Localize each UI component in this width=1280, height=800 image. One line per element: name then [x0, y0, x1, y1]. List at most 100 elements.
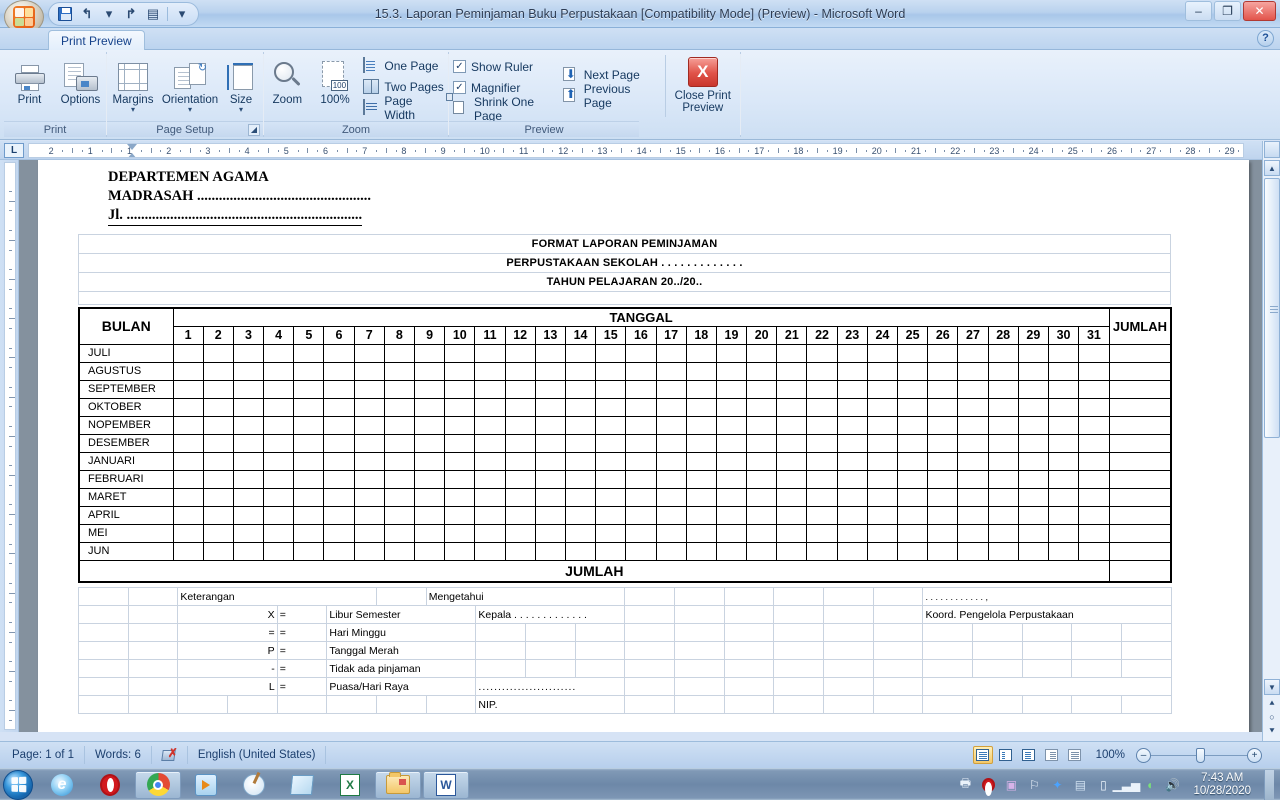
cell-day[interactable]: [836, 361, 868, 381]
one-page-button[interactable]: One Page: [359, 55, 448, 76]
cell-day[interactable]: [655, 379, 687, 399]
cell-day[interactable]: [323, 361, 355, 381]
cell-day[interactable]: [927, 433, 959, 453]
cell-day[interactable]: [836, 433, 868, 453]
cell-day[interactable]: [413, 505, 446, 525]
cell-day[interactable]: [746, 505, 778, 525]
cell-day[interactable]: [866, 379, 899, 399]
cell-day[interactable]: [564, 433, 597, 453]
redo-button[interactable]: ↱: [121, 4, 141, 24]
cell-day[interactable]: [323, 397, 355, 417]
cell-day[interactable]: [353, 523, 385, 543]
cell-day[interactable]: [564, 451, 597, 471]
cell-day[interactable]: [383, 523, 416, 543]
cell-day[interactable]: [1078, 487, 1110, 507]
cell-day[interactable]: [534, 505, 566, 525]
cell-day[interactable]: [353, 451, 385, 471]
cell-day[interactable]: [413, 523, 446, 543]
cell-day[interactable]: [1047, 505, 1080, 525]
cell-day[interactable]: [806, 361, 838, 381]
cell-day[interactable]: [383, 469, 416, 489]
cell-day[interactable]: [202, 415, 234, 435]
cell-day[interactable]: [776, 469, 808, 489]
battery-icon[interactable]: ▯: [1095, 777, 1111, 793]
taskbar-item-notepad[interactable]: [279, 771, 325, 799]
cell-day[interactable]: [987, 523, 1019, 543]
cell-day[interactable]: [655, 433, 687, 453]
cell-month-name[interactable]: JUN: [78, 541, 174, 561]
cell-day[interactable]: [1017, 541, 1049, 561]
cell-day[interactable]: [655, 487, 687, 507]
cell-day[interactable]: [685, 541, 717, 561]
vertical-scrollbar[interactable]: ▲ ▼ ⯅ ○ ⯆: [1262, 141, 1280, 741]
cell-day[interactable]: [504, 397, 536, 417]
cell-day[interactable]: [896, 505, 929, 525]
cell-day[interactable]: [776, 415, 808, 435]
cell-day[interactable]: [595, 397, 627, 417]
cell-day[interactable]: [172, 397, 204, 417]
save-button[interactable]: [55, 4, 75, 24]
cell-day[interactable]: [534, 379, 566, 399]
cell-day[interactable]: [715, 379, 748, 399]
cell-day[interactable]: [172, 433, 204, 453]
cell-day[interactable]: [202, 487, 234, 507]
cell-day[interactable]: [1047, 469, 1080, 489]
cell-day[interactable]: [564, 541, 597, 561]
cell-day[interactable]: [1047, 415, 1080, 435]
cell-day[interactable]: [444, 469, 476, 489]
cell-day[interactable]: [927, 469, 959, 489]
cell-day[interactable]: [323, 451, 355, 471]
cell-day[interactable]: [1017, 505, 1049, 525]
cell-day[interactable]: [746, 487, 778, 507]
cell-day[interactable]: [504, 487, 536, 507]
taskbar-item-windows-media-player[interactable]: [183, 771, 229, 799]
cell-day[interactable]: [232, 469, 265, 489]
cell-day[interactable]: [625, 541, 657, 561]
cell-day[interactable]: [504, 433, 536, 453]
cell-day[interactable]: [444, 523, 476, 543]
cell-day[interactable]: [474, 469, 506, 489]
size-dropdown-icon[interactable]: ▾: [239, 105, 243, 114]
customize-qat-icon[interactable]: ▾: [172, 4, 192, 24]
cell-month-name[interactable]: DESEMBER: [78, 433, 174, 453]
cell-day[interactable]: [866, 433, 899, 453]
cell-day[interactable]: [263, 523, 295, 543]
cell-day[interactable]: [866, 415, 899, 435]
cell-day[interactable]: [896, 487, 929, 507]
cell-day[interactable]: [655, 523, 687, 543]
cell-day[interactable]: [806, 397, 838, 417]
cell-day[interactable]: [957, 541, 989, 561]
cell-day[interactable]: [715, 397, 748, 417]
cell-day[interactable]: [595, 415, 627, 435]
restore-button[interactable]: ❐: [1214, 1, 1241, 21]
taskbar-item-opera[interactable]: [87, 771, 133, 799]
cell-day[interactable]: [896, 523, 929, 543]
cell-day[interactable]: [1047, 523, 1080, 543]
cell-day[interactable]: [625, 523, 657, 543]
close-button[interactable]: ✕: [1243, 1, 1276, 21]
cell-day[interactable]: [927, 343, 959, 363]
cell-day[interactable]: [776, 361, 808, 381]
cell-day[interactable]: [202, 433, 234, 453]
cell-day[interactable]: [534, 469, 566, 489]
cell-day[interactable]: [836, 415, 868, 435]
cell-day[interactable]: [715, 523, 748, 543]
cell-day[interactable]: [263, 433, 295, 453]
attach-button[interactable]: ▤: [143, 4, 163, 24]
cell-day[interactable]: [534, 451, 566, 471]
cell-month-name[interactable]: MARET: [78, 487, 174, 507]
cell-day[interactable]: [534, 487, 566, 507]
cell-day[interactable]: [383, 379, 416, 399]
vertical-ruler-scale[interactable]: 1234567891011121314: [4, 162, 16, 730]
view-full-screen-reading-button[interactable]: [996, 746, 1016, 764]
cell-day[interactable]: [957, 379, 989, 399]
cell-day[interactable]: [776, 505, 808, 525]
taskbar-item-microsoft-word[interactable]: W: [423, 770, 469, 799]
language-indicator[interactable]: English (United States): [188, 746, 327, 764]
cell-day[interactable]: [1078, 379, 1110, 399]
cell-day[interactable]: [263, 505, 295, 525]
cell-day[interactable]: [685, 487, 717, 507]
cell-day[interactable]: [685, 361, 717, 381]
cell-day[interactable]: [746, 451, 778, 471]
cell-day[interactable]: [564, 397, 597, 417]
